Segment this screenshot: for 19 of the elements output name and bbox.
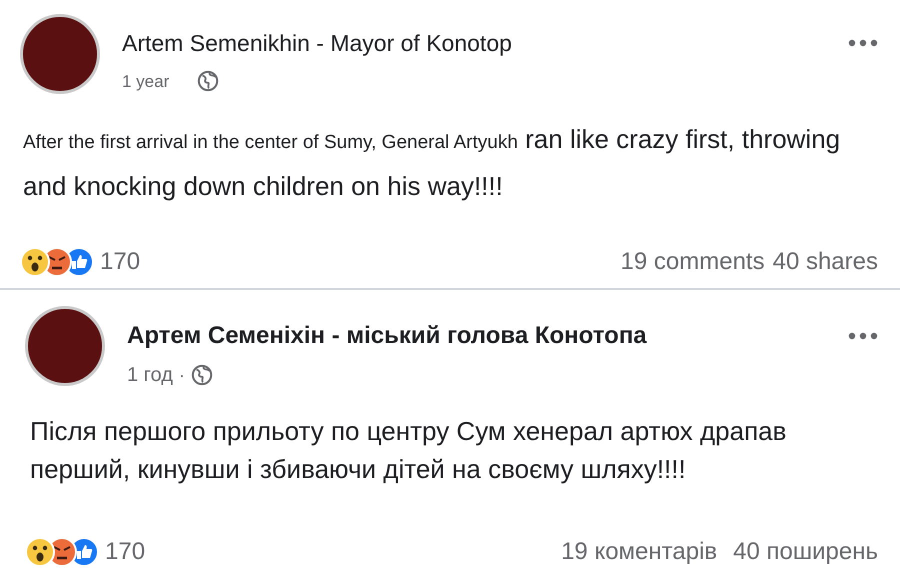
share-count[interactable]: 40 shares (772, 244, 878, 280)
post-text: Після першого прильоту по центру Сум хенерал артюх драпав перший, кинувши і збиваючи дітей на своєму шляху!!!! (29, 415, 788, 486)
globe-icon (197, 70, 220, 92)
reaction-count[interactable]: 170 (105, 534, 146, 570)
author-name[interactable]: Artem Semenikhin - Mayor of Konotop (122, 26, 512, 60)
more-options-icon[interactable] (848, 39, 878, 48)
comment-count[interactable]: 19 коментарів (561, 534, 718, 570)
share-count[interactable]: 40 поширень (733, 534, 878, 570)
post-time[interactable]: 1 year (122, 68, 170, 94)
separator-dot: · (178, 364, 185, 386)
more-options-icon[interactable] (848, 332, 878, 340)
post-time[interactable]: 1 год (127, 360, 173, 390)
reaction-count[interactable]: 170 (100, 244, 140, 280)
wow-emoji-icon (20, 247, 50, 277)
globe-icon (190, 364, 213, 386)
post-text: After the first arrival in the center of Sumy, General Artyukh ran like crazy first, throwing and knocking down children on his way!!!! (22, 123, 842, 203)
author-name[interactable]: Артем Семеніхін - міський голова Конотопа (127, 318, 647, 354)
wow-emoji-icon (25, 537, 55, 567)
comment-count[interactable]: 19 comments (620, 244, 765, 280)
